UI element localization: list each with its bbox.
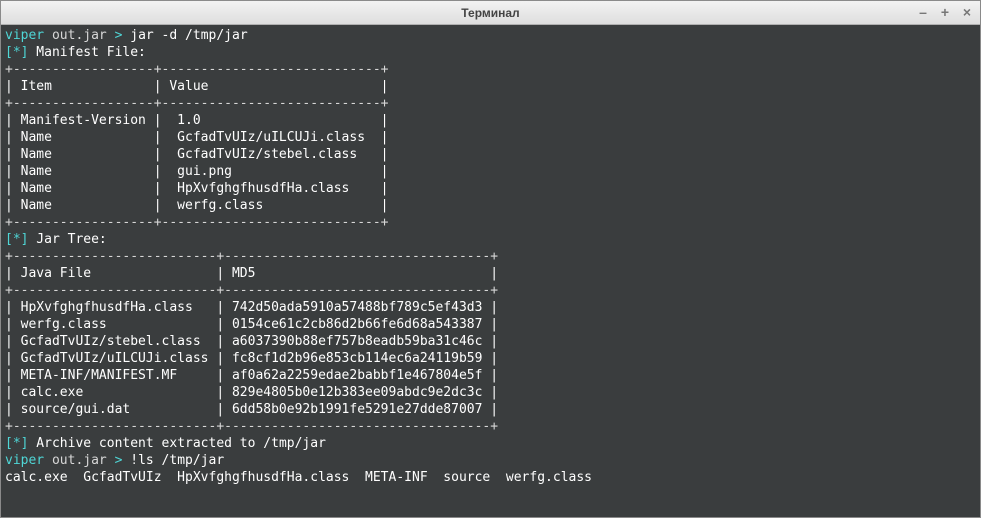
table-header: | Java File | MD5 | [5, 266, 498, 281]
table-row: | Manifest-Version | 1.0 | [5, 113, 389, 128]
terminal-window: Терминал – + × viper out.jar > jar -d /t… [0, 0, 981, 518]
close-button[interactable]: × [958, 3, 976, 21]
section-label: Manifest File: [28, 45, 145, 60]
table-row: | source/gui.dat | 6dd58b0e92b1991fe5291… [5, 402, 498, 417]
section-marker: [*] [5, 436, 28, 451]
titlebar[interactable]: Терминал – + × [1, 1, 980, 25]
table-row: | Name | gui.png | [5, 164, 389, 179]
table-row: | Name | HpXvfghgfhusdfHa.class | [5, 181, 389, 196]
table-border: +--------------------------+------------… [5, 283, 498, 298]
window-controls: – + × [914, 3, 976, 21]
section-label: Archive content extracted to /tmp/jar [28, 436, 325, 451]
table-border: +--------------------------+------------… [5, 419, 498, 434]
table-row: | Name | GcfadTvUIz/uILCUJi.class | [5, 130, 389, 145]
table-border: +--------------------------+------------… [5, 249, 498, 264]
table-border: +------------------+--------------------… [5, 215, 389, 230]
prompt-context: out.jar [44, 453, 114, 468]
section-marker: [*] [5, 45, 28, 60]
section-marker: [*] [5, 232, 28, 247]
ls-output: calc.exe GcfadTvUIz HpXvfghgfhusdfHa.cla… [5, 470, 592, 485]
command-text: !ls /tmp/jar [122, 453, 224, 468]
command-text: jar -d /tmp/jar [122, 28, 247, 43]
table-row: | Name | GcfadTvUIz/stebel.class | [5, 147, 389, 162]
table-row: | GcfadTvUIz/stebel.class | a6037390b88e… [5, 334, 498, 349]
prompt-user: viper [5, 453, 44, 468]
maximize-button[interactable]: + [936, 3, 954, 21]
minimize-button[interactable]: – [914, 3, 932, 21]
table-row: | Name | werfg.class | [5, 198, 389, 213]
table-row: | GcfadTvUIz/uILCUJi.class | fc8cf1d2b96… [5, 351, 498, 366]
table-border: +------------------+--------------------… [5, 96, 389, 111]
table-row: | calc.exe | 829e4805b0e12b383ee09abdc9e… [5, 385, 498, 400]
terminal-body[interactable]: viper out.jar > jar -d /tmp/jar [*] Mani… [1, 25, 980, 517]
table-row: | HpXvfghgfhusdfHa.class | 742d50ada5910… [5, 300, 498, 315]
table-row: | META-INF/MANIFEST.MF | af0a62a2259edae… [5, 368, 498, 383]
table-border: +------------------+--------------------… [5, 62, 389, 77]
table-row: | werfg.class | 0154ce61c2cb86d2b66fe6d6… [5, 317, 498, 332]
table-header: | Item | Value | [5, 79, 389, 94]
window-title: Терминал [1, 6, 980, 20]
prompt-context: out.jar [44, 28, 114, 43]
prompt-user: viper [5, 28, 44, 43]
section-label: Jar Tree: [28, 232, 106, 247]
